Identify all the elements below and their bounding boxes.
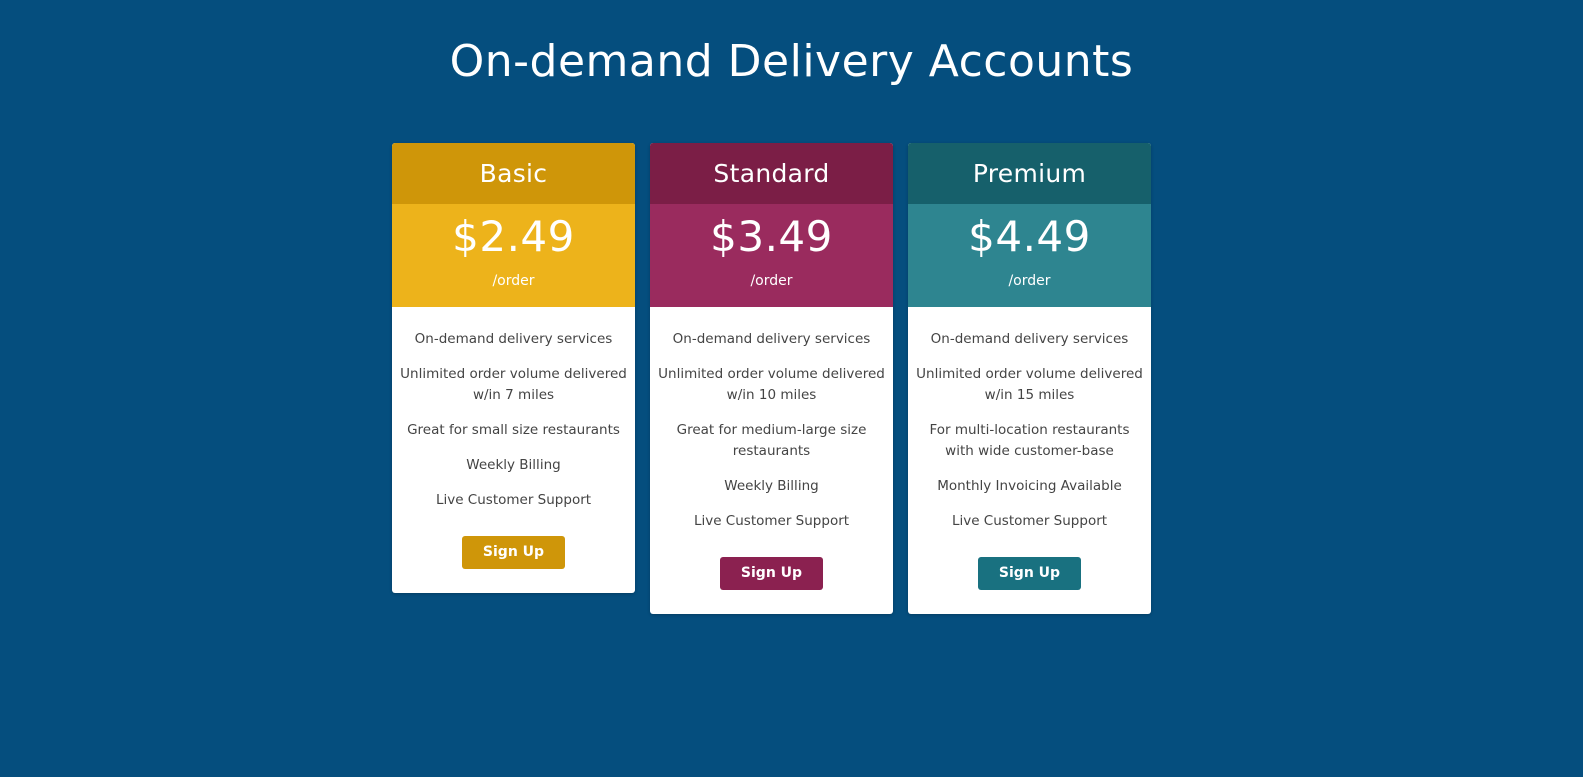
plan-feature-item: Monthly Invoicing Available [937, 478, 1122, 494]
pricing-plans-row: Basic $2.49/order On-demand delivery servi… [392, 143, 1151, 615]
plan-feature-item: On-demand delivery services [414, 331, 613, 347]
plan-card: Basic $2.49/order On-demand delivery servi… [392, 143, 635, 594]
plan-price: $3.49 [710, 212, 833, 261]
plan-feature-item: On-demand delivery services [672, 331, 871, 347]
plan-billing-period: /order [750, 273, 793, 289]
plan-feature-item: Weekly Billing [724, 478, 819, 494]
plan-feature-item: Live Customer Support [951, 513, 1108, 529]
plan-billing-period: /order [1008, 273, 1051, 289]
signup-button[interactable]: Sign Up [719, 557, 824, 591]
plan-name: Standard [650, 143, 893, 204]
plan-feature-item: Unlimited order volume delivered w/in 15… [916, 366, 1143, 403]
plan-feature-item: For multi-location restaurants with wide… [929, 422, 1130, 459]
plan-card: Standard $3.49/order On-demand delivery se… [650, 143, 893, 615]
plan-price-box: $4.49/order [908, 204, 1151, 307]
plan-feature-list: On-demand delivery services Unlimited ord… [908, 307, 1151, 546]
signup-button[interactable]: Sign Up [977, 557, 1082, 591]
plan-feature-item: Unlimited order volume delivered w/in 7 … [400, 366, 627, 403]
page-title: On-demand Delivery Accounts [449, 36, 1134, 87]
plan-name: Basic [392, 143, 635, 204]
plan-price: $4.49 [968, 212, 1091, 261]
plan-price-box: $3.49/order [650, 204, 893, 307]
plan-name: Premium [908, 143, 1151, 204]
plan-feature-item: Unlimited order volume delivered w/in 10… [658, 366, 885, 403]
signup-button[interactable]: Sign Up [461, 536, 566, 570]
pricing-page: On-demand Delivery Accounts Basic $2.49/o… [0, 0, 1583, 777]
plan-feature-list: On-demand delivery services Unlimited ord… [650, 307, 893, 546]
plan-feature-item: Live Customer Support [693, 513, 850, 529]
plan-feature-list: On-demand delivery services Unlimited ord… [392, 307, 635, 525]
plan-price: $2.49 [452, 212, 575, 261]
plan-feature-item: Live Customer Support [435, 492, 592, 508]
signup-button-wrap: Sign Up [392, 525, 635, 593]
plan-card: Premium $4.49/order On-demand delivery ser… [908, 143, 1151, 615]
plan-price-box: $2.49/order [392, 204, 635, 307]
plan-feature-item: On-demand delivery services [930, 331, 1129, 347]
signup-button-wrap: Sign Up [650, 546, 893, 614]
signup-button-wrap: Sign Up [908, 546, 1151, 614]
plan-feature-item: Great for medium-large size restaurants [676, 422, 867, 459]
plan-feature-item: Weekly Billing [466, 457, 561, 473]
plan-feature-item: Great for small size restaurants [407, 422, 620, 438]
plan-billing-period: /order [492, 273, 535, 289]
